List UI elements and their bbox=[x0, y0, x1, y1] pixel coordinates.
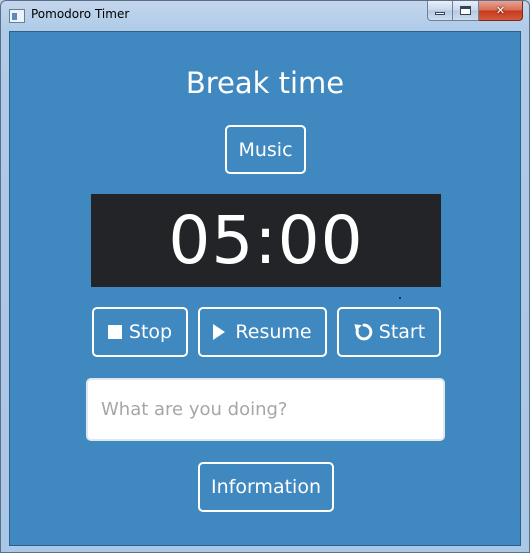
window-title: Pomodoro Timer bbox=[31, 7, 130, 21]
music-button-label: Music bbox=[238, 138, 293, 161]
information-button[interactable]: Information bbox=[198, 462, 334, 512]
information-button-label: Information bbox=[211, 476, 321, 498]
app-window: Pomodoro Timer ✕ Break time Music 05:00 … bbox=[0, 0, 530, 553]
task-input[interactable] bbox=[86, 378, 445, 441]
restart-icon bbox=[354, 323, 373, 341]
resume-button-label: Resume bbox=[235, 321, 312, 343]
minimize-icon bbox=[435, 12, 445, 15]
main-panel: Break time Music 05:00 Stop Resume Start… bbox=[9, 31, 521, 546]
stop-button[interactable]: Stop bbox=[92, 307, 188, 357]
music-button[interactable]: Music bbox=[225, 125, 306, 174]
page-title: Break time bbox=[185, 66, 345, 100]
play-icon bbox=[213, 324, 226, 340]
window-controls: ✕ bbox=[427, 1, 523, 21]
stray-pixel bbox=[399, 297, 401, 299]
stop-button-label: Stop bbox=[128, 321, 173, 343]
stop-icon bbox=[107, 325, 122, 339]
title-bar[interactable]: Pomodoro Timer ✕ bbox=[1, 1, 529, 31]
minimize-button[interactable] bbox=[427, 1, 453, 21]
maximize-button[interactable] bbox=[453, 1, 479, 21]
resume-button[interactable]: Resume bbox=[198, 307, 327, 357]
start-button-label: Start bbox=[378, 321, 426, 343]
app-window-icon bbox=[9, 9, 25, 23]
timer-display: 05:00 bbox=[91, 194, 441, 287]
timer-text: 05:00 bbox=[168, 202, 364, 279]
maximize-icon bbox=[460, 6, 471, 15]
close-icon: ✕ bbox=[495, 4, 506, 17]
start-button[interactable]: Start bbox=[337, 307, 441, 357]
close-button[interactable]: ✕ bbox=[479, 1, 523, 21]
